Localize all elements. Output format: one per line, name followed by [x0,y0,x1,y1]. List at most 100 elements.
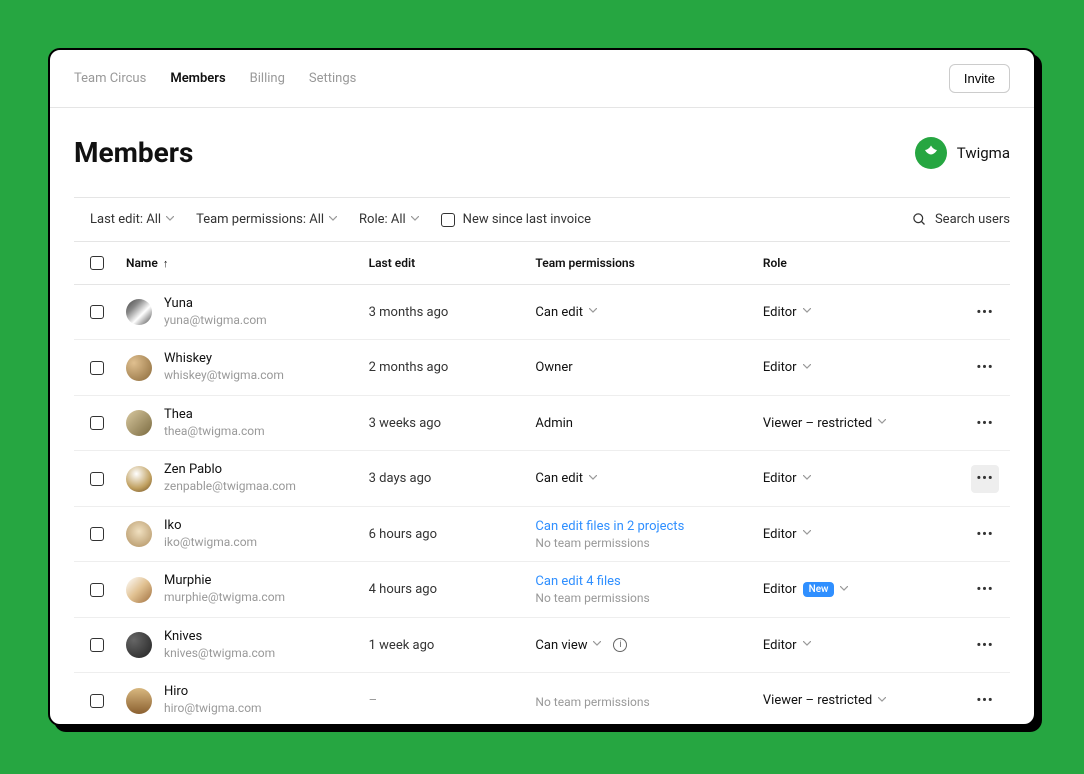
role-dropdown[interactable]: Editor [763,360,811,375]
user-name: Hiro [164,684,262,701]
row-checkbox[interactable] [90,527,104,541]
role-dropdown[interactable]: Editor [763,638,811,653]
permission-label: Can edit [535,305,583,320]
user-cell: Murphiemurphie@twigma.com [126,573,369,605]
actions-cell: ••• [960,576,1010,604]
user-email: zenpable@twigmaa.com [164,479,296,495]
user-name: Zen Pablo [164,462,296,479]
role-dropdown[interactable]: Editor [763,527,811,542]
avatar [126,521,152,547]
permission-label: Admin [535,416,573,431]
user-cell: Ikoiko@twigma.com [126,518,369,550]
main-content: Members Twigma Last edit: All Team permi… [50,108,1034,724]
role-label: Editor [763,360,797,375]
checkbox[interactable] [441,213,455,227]
role-label: Editor [763,638,797,653]
user-email: knives@twigma.com [164,646,275,662]
role-dropdown[interactable]: Viewer – restricted [763,416,886,431]
role-cell: Editor [763,360,960,375]
user-name: Whiskey [164,351,284,368]
role-cell: EditorNew [763,582,960,597]
chevron-down-icon [803,641,811,649]
team-name: Twigma [957,144,1010,162]
row-checkbox[interactable] [90,694,104,708]
role-dropdown[interactable]: Viewer – restricted [763,693,886,708]
role-dropdown[interactable]: EditorNew [763,582,849,597]
row-checkbox[interactable] [90,583,104,597]
actions-cell: ••• [960,465,1010,493]
more-button[interactable]: ••• [971,520,999,548]
row-check [90,527,126,541]
row-checkbox[interactable] [90,472,104,486]
permission-link[interactable]: Can edit 4 files [535,574,762,589]
user-cell: Theathea@twigma.com [126,407,369,439]
filter-new-since-label: New since last invoice [463,212,591,227]
more-button[interactable]: ••• [971,465,999,493]
user-cell: Yunayuna@twigma.com [126,296,369,328]
column-role-header[interactable]: Role [763,256,960,270]
invite-button[interactable]: Invite [949,64,1010,93]
row-checkbox[interactable] [90,416,104,430]
avatar [126,688,152,714]
role-label: Viewer – restricted [763,416,872,431]
team-badge[interactable]: Twigma [915,137,1010,169]
filter-team-permissions-label: Team permissions: All [196,212,324,227]
filter-last-edit[interactable]: Last edit: All [90,212,174,227]
user-text: Yunayuna@twigma.com [164,296,267,328]
more-button[interactable]: ••• [971,631,999,659]
table-row: Zen Pablozenpable@twigmaa.com3 days agoC… [74,451,1010,506]
filter-new-since-invoice[interactable]: New since last invoice [441,212,591,227]
chevron-down-icon [589,308,597,316]
select-all-checkbox[interactable] [90,256,104,270]
permission-link[interactable]: Can edit files in 2 projects [535,519,762,534]
user-name: Yuna [164,296,267,313]
actions-cell: ••• [960,298,1010,326]
permission-dropdown[interactable]: Can viewi [535,638,762,653]
last-edit-cell: 3 weeks ago [369,416,536,431]
role-dropdown[interactable]: Editor [763,471,811,486]
row-checkbox[interactable] [90,305,104,319]
search-users[interactable]: Search users [912,212,1010,227]
column-check [90,256,126,270]
filters-row: Last edit: All Team permissions: All Rol… [74,197,1010,242]
more-button[interactable]: ••• [971,576,999,604]
chevron-down-icon [878,697,886,705]
filter-role[interactable]: Role: All [359,212,419,227]
permission-dropdown[interactable]: Can edit [535,471,762,486]
filter-team-permissions[interactable]: Team permissions: All [196,212,337,227]
avatar [126,299,152,325]
chevron-down-icon [593,641,601,649]
more-button[interactable]: ••• [971,687,999,715]
table-body: Yunayuna@twigma.com3 months agoCan editE… [74,285,1010,724]
tab-team-circus[interactable]: Team Circus [74,71,146,86]
table-header-row: Name ↑ Last edit Team permissions Role [74,242,1010,285]
user-email: whiskey@twigma.com [164,368,284,384]
row-checkbox[interactable] [90,638,104,652]
column-name-header[interactable]: Name ↑ [126,256,369,270]
avatar [126,632,152,658]
more-button[interactable]: ••• [971,298,999,326]
row-check [90,416,126,430]
role-dropdown[interactable]: Editor [763,305,811,320]
permission-dropdown[interactable]: Can edit [535,305,762,320]
user-text: Knivesknives@twigma.com [164,629,275,661]
tab-billing[interactable]: Billing [250,71,285,86]
permission-label: Owner [535,360,572,375]
chevron-down-icon [840,586,848,594]
row-check [90,361,126,375]
info-icon[interactable]: i [613,638,627,652]
permission-dropdown: Admin [535,416,762,431]
tab-members[interactable]: Members [170,71,225,86]
column-lastedit-header[interactable]: Last edit [369,256,536,270]
more-button[interactable]: ••• [971,409,999,437]
last-edit-cell: – [369,693,536,708]
column-name-label: Name [126,256,158,270]
table-row: Yunayuna@twigma.com3 months agoCan editE… [74,285,1010,340]
column-permissions-header[interactable]: Team permissions [535,256,762,270]
permission-cell: Can edit [535,471,762,486]
chevron-down-icon [589,475,597,483]
header-bar: Team Circus Members Billing Settings Invite [50,50,1034,108]
more-button[interactable]: ••• [971,354,999,382]
row-checkbox[interactable] [90,361,104,375]
tab-settings[interactable]: Settings [309,71,356,86]
